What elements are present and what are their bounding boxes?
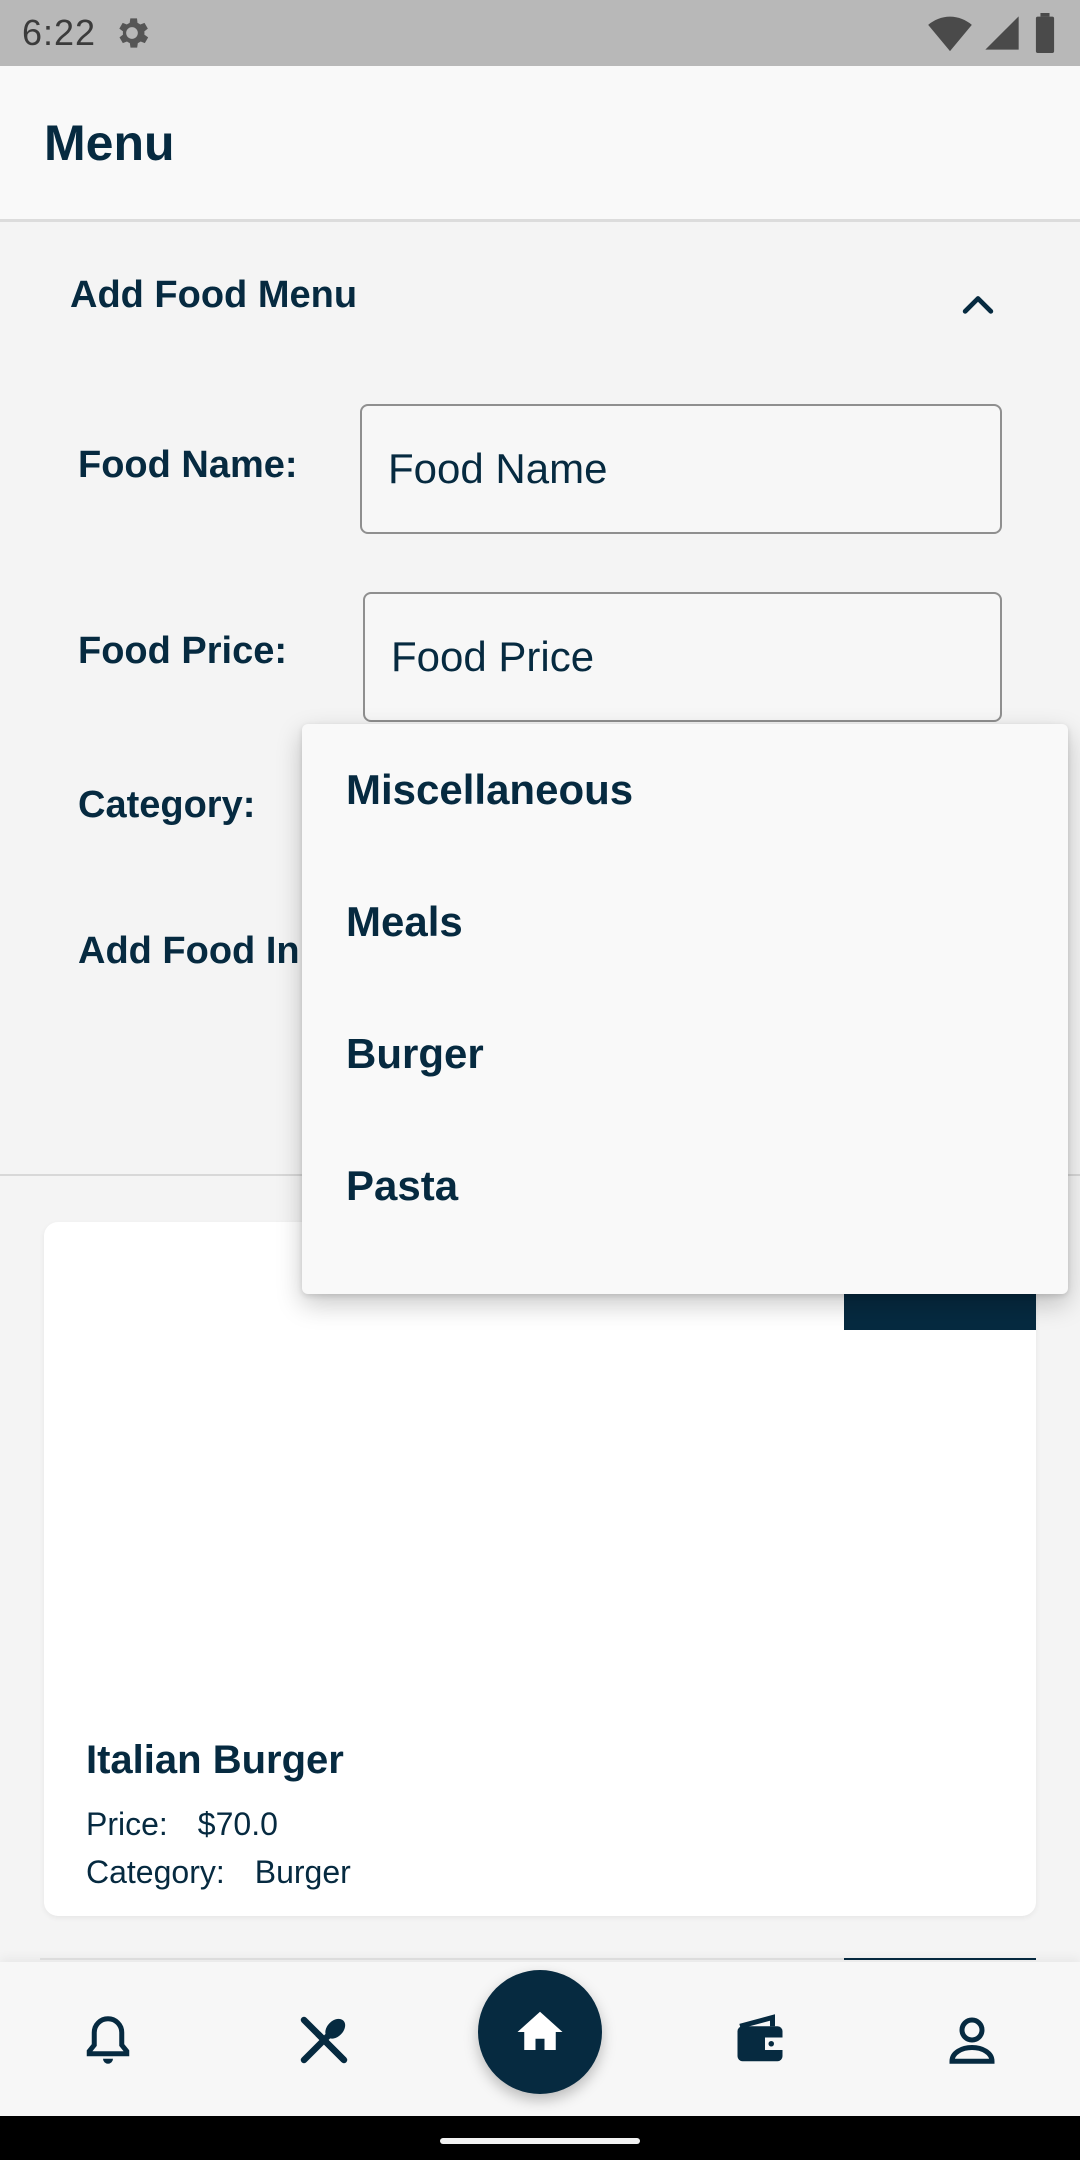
chevron-up-icon[interactable] bbox=[956, 282, 1000, 326]
signal-icon bbox=[985, 16, 1019, 50]
utensils-icon[interactable] bbox=[294, 2010, 354, 2070]
food-card-title: Italian Burger bbox=[86, 1738, 344, 1782]
settings-gear-icon bbox=[119, 18, 149, 48]
dropdown-option-pasta[interactable]: Pasta bbox=[302, 1120, 1068, 1252]
person-icon[interactable] bbox=[942, 2010, 1002, 2070]
food-name-field[interactable] bbox=[360, 404, 1002, 534]
home-icon bbox=[517, 2011, 563, 2050]
food-name-label: Food Name: bbox=[78, 444, 298, 486]
category-label-text: Category: bbox=[86, 1854, 225, 1890]
price-value: $70.0 bbox=[197, 1806, 278, 1842]
food-name-input[interactable] bbox=[388, 445, 974, 493]
add-food-image-label: Add Food In bbox=[78, 930, 300, 972]
food-card[interactable]: Italian Burger Price: $70.0 Category: Burg… bbox=[44, 1222, 1036, 1916]
wifi-icon bbox=[928, 16, 972, 52]
bell-icon[interactable] bbox=[78, 2010, 138, 2070]
food-price-input[interactable] bbox=[391, 633, 974, 681]
price-label: Price: bbox=[86, 1806, 168, 1842]
app-bar: Menu bbox=[0, 66, 1080, 222]
category-label: Category: bbox=[78, 784, 256, 826]
food-card-category-row: Category: Burger bbox=[86, 1854, 351, 1891]
home-button[interactable] bbox=[478, 1970, 602, 2094]
category-dropdown-menu: Miscellaneous Meals Burger Pasta bbox=[302, 724, 1068, 1294]
wallet-icon[interactable] bbox=[730, 2010, 790, 2070]
gesture-handle[interactable] bbox=[440, 2138, 640, 2144]
dropdown-option-burger[interactable]: Burger bbox=[302, 988, 1068, 1120]
battery-icon bbox=[1035, 13, 1055, 53]
status-bar: 6:22 bbox=[0, 0, 1080, 66]
category-value: Burger bbox=[254, 1854, 351, 1890]
status-time: 6:22 bbox=[22, 12, 97, 53]
page-title: Menu bbox=[44, 115, 175, 171]
panel-header-title[interactable]: Add Food Menu bbox=[70, 274, 357, 317]
dropdown-option-meals[interactable]: Meals bbox=[302, 856, 1068, 988]
food-price-field[interactable] bbox=[363, 592, 1002, 722]
dropdown-option-miscellaneous[interactable]: Miscellaneous bbox=[302, 724, 1068, 856]
food-card-price-row: Price: $70.0 bbox=[86, 1806, 278, 1843]
next-card-accent bbox=[844, 1958, 1036, 1960]
food-price-label: Food Price: bbox=[78, 630, 288, 672]
